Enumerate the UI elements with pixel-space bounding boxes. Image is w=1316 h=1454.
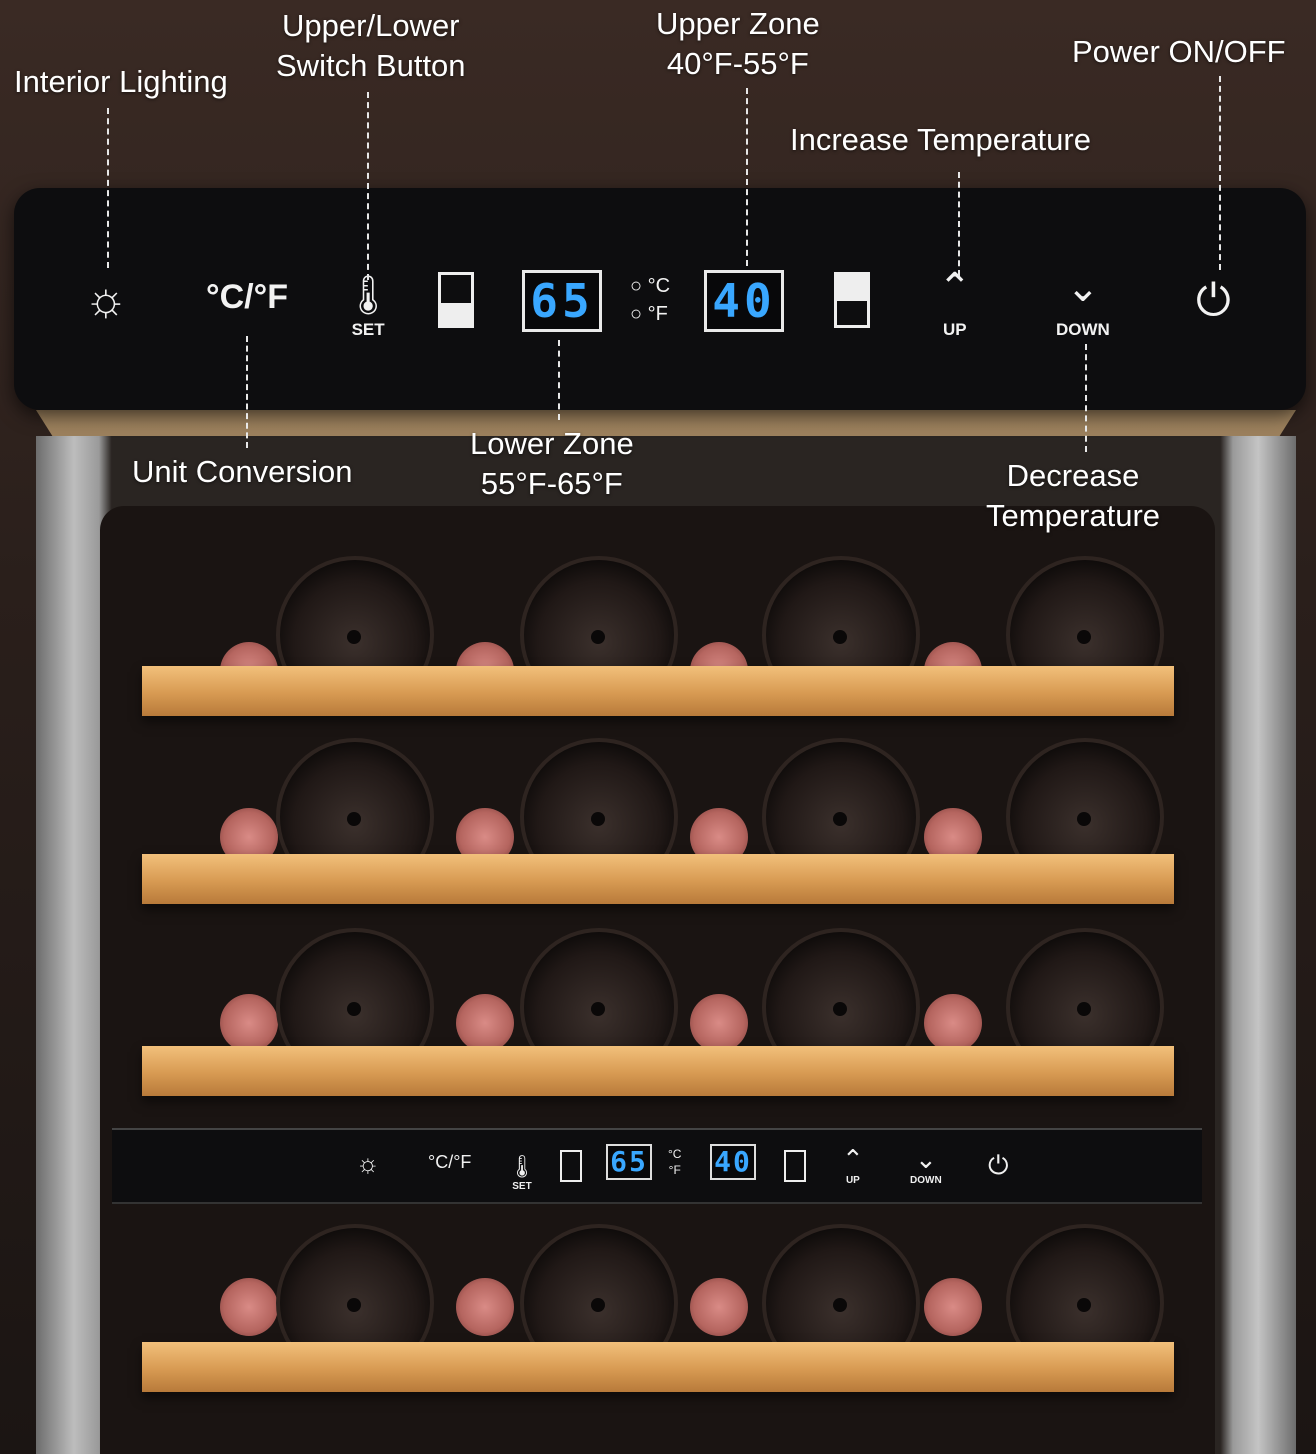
wooden-shelf [142,1046,1174,1096]
power-icon[interactable]: ⏻ [1196,276,1231,326]
light-icon[interactable]: ☼ [356,1148,380,1179]
power-icon[interactable]: ⏻ [988,1150,1009,1182]
bottle-cork [220,994,278,1052]
bottle-cork [690,1278,748,1336]
chevron-up-icon: ⌃ [938,266,972,310]
callout-lower-zone: Lower Zone 55°F-65°F [470,424,634,504]
wooden-shelf [142,854,1174,904]
light-icon[interactable]: ☼ [84,272,128,327]
bottle-cork [924,1278,982,1336]
up-button[interactable]: ⌃ UP [842,1144,864,1186]
thermometer-icon: 🌡 [508,1154,536,1179]
leader-line [746,88,748,266]
callout-line: Temperature [986,498,1161,533]
lower-zone-icon[interactable] [560,1150,582,1182]
unit-indicators: ○ °C ○ °F [630,272,670,328]
leader-line [246,336,248,448]
chevron-down-icon: ⌄ [1066,266,1100,310]
door-control-strip: ☼ °C/°F 🌡 SET 65 °C °F 40 ⌃ UP ⌄ DOWN ⏻ [112,1128,1202,1204]
up-label: UP [845,1175,860,1186]
bottle-cork [456,994,514,1052]
leader-line [367,92,369,280]
callout-line: Lower Zone [470,426,634,461]
lower-zone-display: 65 [522,270,602,332]
control-panel: ☼ °C/°F 🌡 SET 65 ○ °C ○ °F 40 ⌃ UP ⌄ DOW… [14,188,1306,410]
leader-line [107,108,109,268]
callout-line: Switch Button [276,48,466,83]
callout-line: Decrease [1006,458,1140,493]
down-label: DOWN [1056,320,1110,339]
callout-interior-lighting: Interior Lighting [14,64,228,99]
celsius-indicator: °C [668,1147,682,1161]
set-label: SET [512,1181,532,1192]
wooden-shelf [142,666,1174,716]
upper-zone-icon[interactable] [784,1150,806,1182]
leader-line [558,340,560,420]
leader-line [958,172,960,276]
upper-zone-switch-icon[interactable] [834,272,870,328]
chevron-up-icon: ⌃ [842,1144,864,1174]
down-button[interactable]: ⌄ DOWN [910,1144,942,1186]
fahrenheit-indicator: °F [668,1163,681,1177]
callout-unit-conversion: Unit Conversion [132,454,353,489]
thermometer-icon: 🌡 [344,275,393,317]
leader-line [1085,344,1087,452]
callout-switch-button: Upper/Lower Switch Button [276,6,466,86]
lower-zone-display: 65 [606,1144,652,1180]
callout-increase-temperature: Increase Temperature [790,122,1091,157]
up-label: UP [942,320,967,339]
callout-line: Upper Zone [656,6,820,41]
unit-indicators: °C °F [668,1146,681,1178]
down-label: DOWN [910,1175,942,1186]
callout-power: Power ON/OFF [1072,34,1286,69]
callout-line: 55°F-65°F [480,466,623,501]
lower-zone-switch-icon[interactable] [438,272,474,328]
callout-decrease-temperature: Decrease Temperature [986,456,1160,536]
down-button[interactable]: ⌄ DOWN [1056,268,1110,350]
wooden-shelf [142,1342,1174,1392]
upper-zone-display: 40 [710,1144,756,1180]
bottle-cork [924,994,982,1052]
chevron-down-icon: ⌄ [914,1144,937,1174]
set-button[interactable]: 🌡 SET [508,1150,536,1192]
bottle-cork [456,1278,514,1336]
wine-interior [100,506,1215,1454]
set-label: SET [351,320,385,339]
upper-zone-display: 40 [704,270,784,332]
callout-line: Upper/Lower [282,8,460,43]
bottle-cork [220,1278,278,1336]
glass-icon [441,303,471,325]
unit-icon[interactable]: °C/°F [428,1152,471,1173]
up-button[interactable]: ⌃ UP [938,268,972,350]
callout-upper-zone: Upper Zone 40°F-55°F [656,4,820,84]
celsius-indicator: ○ °C [630,275,671,297]
callout-line: 40°F-55°F [666,46,809,81]
fahrenheit-indicator: ○ °F [630,303,668,325]
unit-conversion-icon[interactable]: °C/°F [206,278,288,317]
set-button[interactable]: 🌡 SET [344,274,392,340]
glass-icon [837,275,867,301]
bottle-cork [690,994,748,1052]
leader-line [1219,76,1221,270]
